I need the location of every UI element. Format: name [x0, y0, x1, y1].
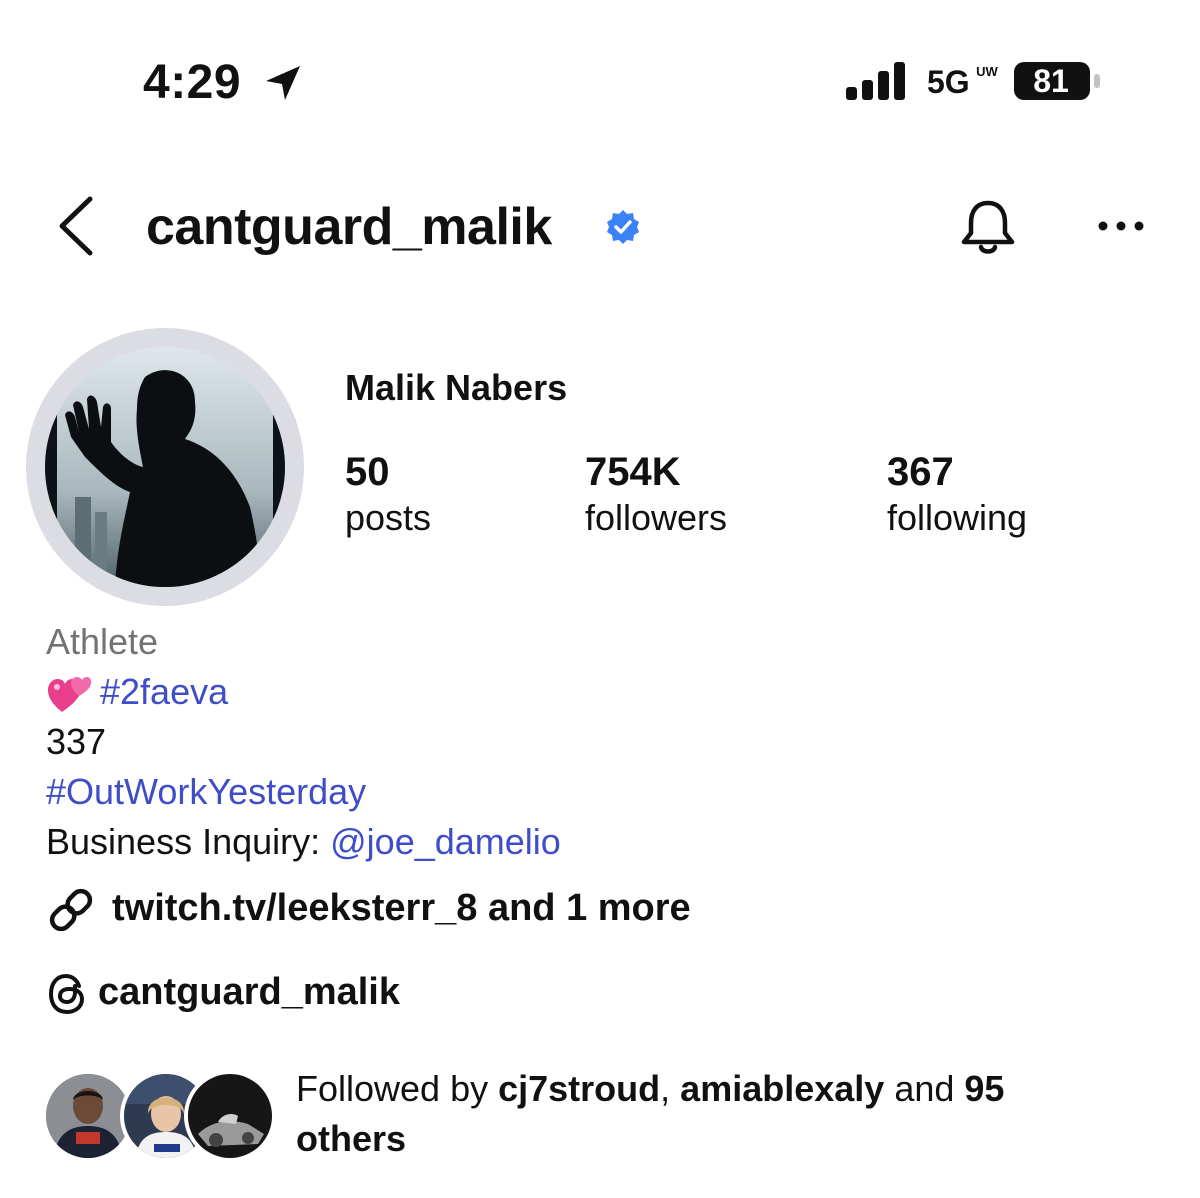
stat-following[interactable]: 367 following	[887, 448, 1027, 540]
followed-by-user-2: amiablexaly	[680, 1068, 885, 1109]
followed-by-count: 95	[964, 1068, 1005, 1109]
threads-handle-link[interactable]: cantguard_malik	[98, 968, 400, 1016]
follower-avatar-3[interactable]	[184, 1070, 276, 1162]
network-type: 5G	[927, 64, 970, 100]
stat-followers[interactable]: 754K followers	[585, 448, 727, 540]
two-hearts-emoji-icon	[48, 677, 92, 712]
stat-posts[interactable]: 50 posts	[345, 448, 431, 540]
bio-external-link[interactable]: twitch.tv/leeksterr_8 and 1 more	[112, 884, 691, 932]
business-handle-link[interactable]: @joe_damelio	[330, 821, 561, 862]
bio-line-number: 337	[46, 721, 107, 762]
stat-posts-value: 50	[345, 450, 390, 494]
cellular-signal-icon	[846, 62, 905, 100]
profile-category: Athlete	[46, 621, 159, 662]
status-time: 4:29	[143, 56, 242, 109]
stat-followers-label: followers	[585, 497, 728, 538]
chevron-left-icon[interactable]	[54, 195, 98, 257]
more-horizontal-icon[interactable]	[1094, 210, 1148, 242]
network-superscript: UW	[976, 64, 998, 79]
followed-by-text[interactable]: Followed by cj7stroud, amiablexaly and 9…	[296, 1064, 1156, 1164]
stat-posts-label: posts	[345, 497, 432, 538]
profile-username: cantguard_malik	[146, 198, 552, 256]
stat-following-value: 367	[887, 450, 954, 494]
followed-by-user-1: cj7stroud	[498, 1068, 661, 1109]
stat-following-label: following	[887, 497, 1028, 538]
avatar[interactable]	[45, 347, 285, 587]
followed-by-prefix: Followed by	[296, 1068, 499, 1109]
follower-avatar-image	[46, 1074, 130, 1158]
bio-business-inquiry: Business Inquiry: @joe_damelio	[46, 820, 561, 864]
location-arrow-icon	[266, 66, 300, 100]
link-icon	[49, 888, 93, 932]
followed-by-separator: ,	[660, 1068, 681, 1109]
follower-avatar-image	[188, 1074, 272, 1158]
avatar-image	[45, 347, 285, 587]
followed-by-suffix: others	[296, 1118, 407, 1159]
bio-hashtag-2faeva[interactable]: #2faeva	[100, 670, 228, 714]
battery-level: 81	[1033, 63, 1069, 99]
followed-by-middle: and	[884, 1068, 965, 1109]
profile-full-name: Malik Nabers	[345, 367, 568, 408]
bell-icon[interactable]	[955, 195, 1021, 261]
bio-hashtag-outworkyesterday[interactable]: #OutWorkYesterday	[46, 770, 366, 814]
business-label: Business Inquiry:	[46, 821, 331, 862]
verified-badge-icon	[607, 210, 639, 244]
stat-followers-value: 754K	[585, 450, 681, 494]
threads-icon	[48, 973, 85, 1015]
